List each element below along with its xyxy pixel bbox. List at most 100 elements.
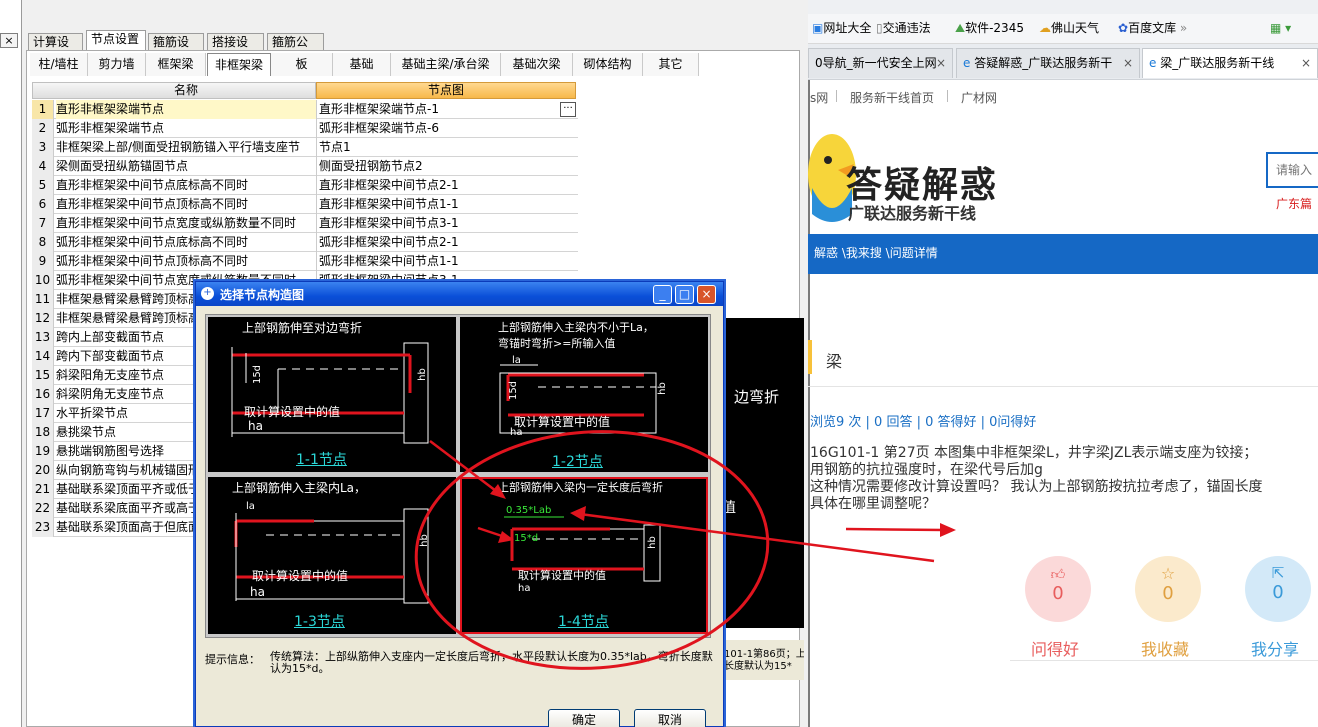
like-label[interactable]: 问得好 (1031, 636, 1079, 660)
dim-label: hb (656, 382, 668, 395)
maximize-icon[interactable]: □ (675, 285, 694, 304)
subnav-link-1[interactable]: s网 (810, 89, 828, 106)
close-tab-icon[interactable]: × (1301, 49, 1311, 77)
subnav-link-3[interactable]: 广材网 (961, 89, 997, 106)
node-diagram-cell[interactable]: 弧形非框架梁中间节点1-1 (316, 252, 576, 271)
dim-label: hb (646, 536, 658, 549)
subtab-foundation-secondary-beam[interactable]: 基础次梁 (501, 53, 573, 76)
subtab-foundation[interactable]: 基础 (333, 53, 391, 76)
favorite-button[interactable]: ☆ 0 (1135, 556, 1201, 622)
tab-lap-settings[interactable]: 搭接设置 (207, 33, 264, 65)
minimize-icon[interactable]: _ (653, 285, 672, 304)
node-diagram-cell[interactable]: 节点1 (316, 138, 576, 157)
browser-tab-2[interactable]: e 答疑解惑_广联达服务新干 × (956, 48, 1140, 78)
node-diagram-cell[interactable]: 直形非框架梁中间节点1-1 (316, 195, 576, 214)
ok-button[interactable]: 确定 (548, 709, 620, 727)
row-number: 1 (32, 100, 54, 119)
tab-calc-settings[interactable]: 计算设置 (28, 33, 83, 65)
browser-tab-3[interactable]: e 梁_广联达服务新干线 × (1142, 48, 1318, 78)
favorite-traffic[interactable]: ▯交通违法 (876, 20, 931, 36)
node-option-1-4[interactable]: 上部钢筋伸入梁内一定长度后弯折 0.35*Lab 15*d hb ha 取计算设… (460, 477, 708, 634)
close-icon[interactable]: × (0, 33, 18, 48)
row-number: 6 (32, 195, 54, 214)
subtab-column[interactable]: 柱/墙柱 (30, 53, 88, 76)
favorite-software[interactable]: ⛰软件-2345 (955, 20, 1024, 36)
question-stats: 浏览9 次 | 0 回答 | 0 答得好 | 0问得好 (810, 415, 1037, 430)
node-diagram-cell[interactable]: 直形非框架梁中间节点3-1 (316, 214, 576, 233)
row-number: 15 (32, 366, 54, 385)
row-number: 4 (32, 157, 54, 176)
subtab-slab[interactable]: 板 (271, 53, 333, 76)
table-row[interactable]: 9 弧形非框架梁中间节点顶标高不同时 弧形非框架梁中间节点1-1 (32, 252, 578, 271)
subnav-link-2[interactable]: 服务新干线首页 (850, 89, 934, 106)
subtab-foundation-main-beam[interactable]: 基础主梁/承台梁 (391, 53, 501, 76)
favorite-label[interactable]: 我收藏 (1141, 636, 1189, 660)
software-icon: ⛰ (955, 21, 966, 35)
subtab-masonry[interactable]: 砌体结构 (573, 53, 643, 76)
share-label[interactable]: 我分享 (1251, 636, 1299, 660)
favorite-count: 0 (1162, 583, 1174, 604)
divider (808, 386, 1318, 387)
hint-label: 提示信息： (205, 653, 260, 666)
node-name-cell: 直形非框架梁端节点 (56, 100, 316, 119)
table-row[interactable]: 2 弧形非框架梁端节点 弧形非框架梁端节点-6 (32, 119, 578, 138)
divider (947, 90, 948, 102)
row-number: 23 (32, 518, 54, 537)
weather-icon: ☁ (1039, 21, 1051, 35)
favorite-baidu-wenku[interactable]: ✿百度文库 » (1118, 20, 1187, 36)
table-row[interactable]: 5 直形非框架梁中间节点底标高不同时 直形非框架梁中间节点2-1 (32, 176, 578, 195)
node-diagram-cell[interactable]: 弧形非框架梁端节点-6 (316, 119, 576, 138)
cancel-button[interactable]: 取消 (634, 709, 706, 727)
table-row[interactable]: 4 梁侧面受扭纵筋锚固节点 侧面受扭钢筋节点2 (32, 157, 578, 176)
table-row[interactable]: 3 非框架梁上部/侧面受扭钢筋锚入平行墙支座节 节点1 (32, 138, 578, 157)
apps-icon[interactable]: ▦ ▾ (1270, 20, 1291, 36)
dim-label: 0.35*Lab (506, 505, 552, 516)
column-header-name: 名称 (173, 83, 198, 97)
address-bar (808, 0, 1318, 14)
node-diagram-cell[interactable]: 直形非框架梁中间节点2-1 (316, 176, 576, 195)
node-diagram-cell[interactable]: 直形非框架梁端节点-1 (316, 100, 576, 119)
favorite-url-nav[interactable]: ▣网址大全 (812, 20, 871, 36)
close-icon[interactable]: × (697, 285, 716, 304)
close-tab-icon[interactable]: × (1123, 49, 1133, 77)
option-sub: 取计算设置中的值 (252, 569, 349, 583)
tab-stirrup-formula[interactable]: 箍筋公式 (267, 33, 324, 65)
ie-icon: e (963, 56, 971, 70)
option-sub: 取计算设置中的值 (518, 569, 606, 582)
globe-icon: ▣ (812, 21, 824, 35)
question-body: 16G101-1 第27页 本图集中非框架梁L，井字梁JZL表示端支座为铰接； … (810, 445, 1262, 513)
subtab-frame-beam[interactable]: 框架梁 (146, 53, 206, 76)
share-button[interactable]: ⇱ 0 (1245, 556, 1311, 622)
node-diagram (499, 364, 657, 434)
table-row[interactable]: 1 直形非框架梁端节点 直形非框架梁端节点-1 (32, 100, 578, 119)
option-sub: 取计算设置中的值 (514, 415, 611, 429)
node-option-1-2[interactable]: 上部钢筋伸入主梁内不小于La， 弯锚时弯折>=所输入值 la 15d hb ha… (460, 317, 708, 472)
tab-node-settings[interactable]: 节点设置 (86, 30, 146, 50)
divider (1010, 660, 1318, 661)
search-input[interactable] (1266, 152, 1318, 188)
subtab-other[interactable]: 其它 (643, 53, 699, 76)
subtab-nonframe-beam[interactable]: 非框架梁 (207, 53, 271, 76)
node-diagram-cell[interactable]: 侧面受扭钢筋节点2 (316, 157, 576, 176)
ellipsis-button[interactable]: ··· (560, 102, 576, 117)
breadcrumb[interactable]: 解惑 \我来搜 \问题详情 (814, 244, 938, 262)
row-number: 12 (32, 309, 54, 328)
row-number: 9 (32, 252, 54, 271)
table-row[interactable]: 8 弧形非框架梁中间节点底标高不同时 弧形非框架梁中间节点2-1 (32, 233, 578, 252)
site-subtitle: 广联达服务新干线 (848, 204, 977, 223)
favorite-weather[interactable]: ☁佛山天气 (1039, 20, 1099, 36)
table-row[interactable]: 7 直形非框架梁中间节点宽度或纵筋数量不同时 直形非框架梁中间节点3-1 (32, 214, 578, 233)
tab-stirrup-settings[interactable]: 箍筋设置 (148, 33, 204, 65)
dim-label: 15d (252, 364, 264, 385)
like-button[interactable]: 👍︎ 0 (1025, 556, 1091, 622)
subtab-shear-wall[interactable]: 剪力墙 (88, 53, 146, 76)
node-diagram-cell[interactable]: 弧形非框架梁中间节点2-1 (316, 233, 576, 252)
node-option-1-3[interactable]: 上部钢筋伸入主梁内La， la hb ha 取计算设置中的值 1-3节点 (208, 477, 456, 634)
dim-label: 15*d (514, 533, 539, 544)
close-tab-icon[interactable]: × (936, 49, 946, 77)
browser-tab-1[interactable]: 0导航_新一代安全上网 × (808, 48, 953, 78)
dim-label: ha (248, 419, 263, 433)
node-option-1-1[interactable]: 上部钢筋伸至对边弯折 取计算设置中的值 15d hb ha 1-1节点 (208, 317, 456, 472)
region-label[interactable]: 广东篇 (1276, 195, 1312, 212)
table-row[interactable]: 6 直形非框架梁中间节点顶标高不同时 直形非框架梁中间节点1-1 (32, 195, 578, 214)
